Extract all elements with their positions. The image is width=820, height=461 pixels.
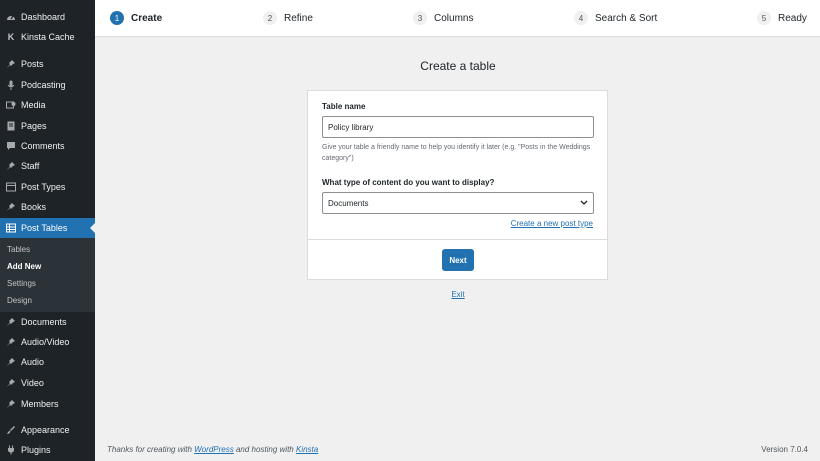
submenu-item-settings[interactable]: Settings bbox=[7, 279, 36, 288]
step-label: Columns bbox=[434, 12, 474, 24]
sidebar-item-label: Podcasting bbox=[21, 80, 66, 90]
sidebar-item-video[interactable]: Video bbox=[0, 373, 95, 393]
chevron-down-icon bbox=[580, 199, 588, 208]
kinsta-icon: K bbox=[7, 31, 15, 42]
sidebar-item-comments[interactable]: Comments bbox=[0, 136, 95, 156]
sidebar-item-audio[interactable]: Audio bbox=[0, 352, 95, 372]
step-number: 5 bbox=[757, 11, 771, 25]
footer-middle: and hosting with bbox=[233, 445, 296, 454]
sidebar-item-label: Post Types bbox=[21, 182, 66, 192]
dashboard-icon bbox=[6, 12, 16, 22]
exit-link[interactable]: Exit bbox=[442, 290, 474, 299]
pin-icon bbox=[6, 399, 16, 409]
sidebar-item-dashboard[interactable]: Dashboard bbox=[0, 7, 95, 27]
table-name-help: Give your table a friendly name to help … bbox=[322, 144, 591, 162]
submenu-item-tables[interactable]: Tables bbox=[7, 245, 30, 254]
plugin-icon bbox=[6, 445, 16, 455]
sidebar-item-label: Video bbox=[21, 378, 44, 388]
sidebar-item-label: Posts bbox=[21, 59, 44, 69]
next-button[interactable]: Next bbox=[442, 249, 474, 271]
step-number: 3 bbox=[413, 11, 427, 25]
step-refine: 2 Refine bbox=[263, 10, 313, 26]
sidebar-item-podcasting[interactable]: Podcasting bbox=[0, 75, 95, 95]
table-icon bbox=[6, 223, 16, 233]
sidebar-item-audio-video[interactable]: Audio/Video bbox=[0, 332, 95, 352]
sidebar-item-label: Documents bbox=[21, 317, 67, 327]
sidebar-item-label: Members bbox=[21, 399, 59, 409]
pin-icon bbox=[6, 337, 16, 347]
sidebar-item-label: Comments bbox=[21, 141, 65, 151]
wizard-stepper: 1 Create 2 Refine 3 Columns 4 Search & S… bbox=[95, 0, 820, 37]
sidebar-item-documents[interactable]: Documents bbox=[0, 312, 95, 332]
sidebar-item-pages[interactable]: Pages bbox=[0, 116, 95, 136]
pin-icon bbox=[6, 357, 16, 367]
sidebar-item-label: Appearance bbox=[21, 425, 70, 435]
sidebar-item-label: Audio bbox=[21, 357, 45, 367]
sidebar-item-label: Pages bbox=[21, 121, 47, 131]
step-create: 1 Create bbox=[110, 10, 162, 26]
paintbrush-icon bbox=[6, 425, 16, 435]
pin-icon bbox=[6, 59, 16, 69]
page-title: Create a table bbox=[420, 59, 496, 73]
content-type-selected-value: Documents bbox=[328, 198, 369, 208]
pin-icon bbox=[6, 378, 16, 388]
sidebar-item-kinsta-cache[interactable]: K Kinsta Cache bbox=[0, 27, 95, 47]
content-type-select[interactable]: Documents bbox=[322, 192, 594, 214]
table-name-label: Table name bbox=[322, 102, 366, 111]
media-icon bbox=[6, 100, 16, 110]
step-columns: 3 Columns bbox=[413, 10, 473, 26]
kinsta-link[interactable]: Kinsta bbox=[296, 445, 318, 454]
sidebar-item-label: Kinsta Cache bbox=[21, 32, 75, 42]
pin-icon bbox=[6, 202, 16, 212]
sidebar-item-post-types[interactable]: Post Types bbox=[0, 177, 95, 197]
sidebar-item-posts[interactable]: Posts bbox=[0, 54, 95, 74]
sidebar-item-plugins[interactable]: Plugins bbox=[0, 440, 95, 460]
step-label: Refine bbox=[284, 12, 313, 24]
create-table-card: Table name Give your table a friendly na… bbox=[307, 90, 608, 280]
submenu-item-design[interactable]: Design bbox=[7, 296, 32, 305]
sidebar-item-members[interactable]: Members bbox=[0, 394, 95, 414]
content-type-label: What type of content do you want to disp… bbox=[322, 178, 495, 187]
submenu-item-add-new[interactable]: Add New bbox=[7, 262, 41, 271]
sidebar-item-appearance[interactable]: Appearance bbox=[0, 420, 95, 440]
comment-icon bbox=[6, 141, 16, 151]
sidebar-item-label: Post Tables bbox=[21, 223, 68, 233]
page-icon bbox=[6, 121, 16, 131]
post-types-icon bbox=[6, 182, 16, 192]
sidebar-item-label: Plugins bbox=[21, 445, 51, 455]
microphone-icon bbox=[6, 80, 16, 90]
wordpress-link[interactable]: WordPress bbox=[194, 445, 234, 454]
step-label: Ready bbox=[778, 12, 807, 24]
sidebar-item-label: Staff bbox=[21, 161, 40, 171]
sidebar-item-label: Audio/Video bbox=[21, 337, 70, 347]
post-tables-submenu: Tables Add New Settings Design bbox=[0, 238, 95, 312]
footer-version: Version 7.0.4 bbox=[761, 445, 808, 454]
sidebar-item-books[interactable]: Books bbox=[0, 197, 95, 217]
sidebar-item-label: Dashboard bbox=[21, 12, 66, 22]
card-divider bbox=[308, 239, 607, 240]
admin-sidebar: Dashboard K Kinsta Cache Posts Podcastin… bbox=[0, 0, 95, 461]
table-name-input[interactable] bbox=[322, 116, 594, 138]
step-number: 2 bbox=[263, 11, 277, 25]
step-ready: 5 Ready bbox=[757, 10, 807, 26]
pin-icon bbox=[6, 161, 16, 171]
sidebar-item-media[interactable]: Media bbox=[0, 95, 95, 115]
sidebar-item-staff[interactable]: Staff bbox=[0, 156, 95, 176]
step-label: Search & Sort bbox=[595, 12, 658, 24]
sidebar-item-label: Books bbox=[21, 202, 47, 212]
footer-credits: Thanks for creating with WordPress and h… bbox=[107, 445, 318, 454]
step-search-sort: 4 Search & Sort bbox=[574, 10, 657, 26]
footer-prefix: Thanks for creating with bbox=[107, 445, 195, 454]
step-number: 4 bbox=[574, 11, 588, 25]
sidebar-item-label: Media bbox=[21, 100, 46, 110]
step-number: 1 bbox=[110, 11, 124, 25]
sidebar-item-post-tables[interactable]: Post Tables bbox=[0, 218, 95, 238]
step-label: Create bbox=[131, 12, 163, 24]
pin-icon bbox=[6, 317, 16, 327]
create-post-type-link[interactable]: Create a new post type bbox=[511, 219, 593, 228]
